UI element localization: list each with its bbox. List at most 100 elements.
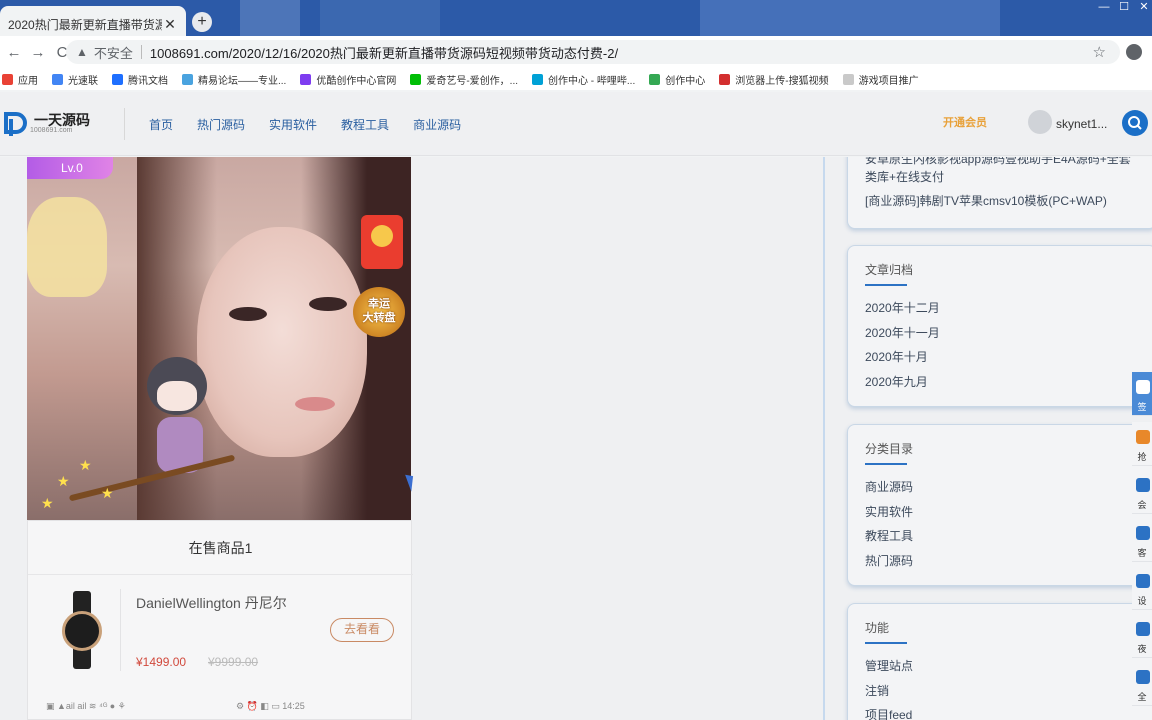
bookmark-item[interactable]: 爱奇艺号-爱创作，... bbox=[410, 72, 518, 87]
category-link[interactable]: 实用软件 bbox=[865, 503, 913, 520]
bookmark-item[interactable]: 优酷创作中心官网 bbox=[300, 72, 396, 87]
archive-link[interactable]: 2020年十二月 bbox=[865, 299, 940, 316]
view-product-button[interactable]: 去看看 bbox=[330, 618, 394, 642]
bookmark-star-icon[interactable]: ☆ bbox=[1093, 43, 1106, 61]
float-settings-button[interactable]: 设 bbox=[1132, 566, 1152, 610]
window-controls: — ☐ ✕ bbox=[1092, 0, 1152, 14]
float-label: 夜 bbox=[1137, 644, 1147, 654]
bookmark-item[interactable]: 光速联 bbox=[52, 72, 98, 87]
float-member-button[interactable]: 会 bbox=[1132, 470, 1152, 514]
red-packet-icon[interactable] bbox=[361, 215, 403, 269]
bookmark-icon bbox=[182, 73, 193, 85]
url-text[interactable]: 1008691.com/2020/12/16/2020热门最新更新直播带货源码短… bbox=[150, 43, 618, 62]
archive-link[interactable]: 2020年十一月 bbox=[865, 324, 940, 341]
bookmark-icon bbox=[649, 73, 661, 85]
bookmark-item[interactable]: 腾讯文档 bbox=[112, 72, 168, 87]
minimize-icon[interactable]: — bbox=[1096, 0, 1112, 14]
maximize-icon[interactable]: ☐ bbox=[1116, 0, 1132, 14]
bookmark-item[interactable]: 创作中心 - 哔哩哔... bbox=[532, 72, 635, 87]
insecure-label[interactable]: 不安全 bbox=[94, 43, 133, 62]
function-link[interactable]: 项目feed bbox=[865, 706, 912, 720]
nav-commercial[interactable]: 商业源码 bbox=[413, 116, 461, 133]
bookmark-label: 优酷创作中心官网 bbox=[316, 75, 397, 87]
float-label: 客 bbox=[1137, 548, 1147, 558]
float-service-button[interactable]: 客 bbox=[1132, 518, 1152, 562]
float-fullscreen-button[interactable]: 全 bbox=[1132, 662, 1152, 706]
bookmark-label: 浏览器上传-搜狐视频 bbox=[735, 75, 829, 87]
bookmark-icon bbox=[2, 73, 13, 85]
search-button[interactable] bbox=[1122, 110, 1148, 136]
bookmark-item[interactable]: 游戏项目推广 bbox=[842, 72, 919, 87]
function-link[interactable]: 注销 bbox=[865, 682, 889, 699]
new-tab-button[interactable]: + bbox=[192, 12, 212, 32]
float-label: 签 bbox=[1137, 402, 1147, 412]
star-icon: ★ bbox=[57, 473, 70, 489]
nav-hot-source[interactable]: 热门源码 bbox=[197, 116, 245, 133]
bookmark-label: 创作中心 - 哔哩哔... bbox=[548, 75, 636, 87]
title-underline bbox=[865, 284, 907, 286]
function-link[interactable]: 管理站点 bbox=[865, 657, 913, 674]
vip-button[interactable]: 开通会员 bbox=[943, 114, 987, 130]
close-icon[interactable]: ✕ bbox=[162, 16, 178, 33]
pikachu-plush bbox=[27, 197, 107, 297]
latest-post-link[interactable]: 安卓原生内核影视app源码壹视助手E4A源码+全套 bbox=[865, 157, 1131, 167]
bookmark-item[interactable]: 浏览器上传-搜狐视频 bbox=[719, 72, 829, 87]
categories-title: 分类目录 bbox=[865, 442, 914, 456]
float-label: 设 bbox=[1137, 596, 1147, 606]
nav-tutorials[interactable]: 教程工具 bbox=[341, 116, 389, 133]
category-link[interactable]: 商业源码 bbox=[865, 478, 913, 495]
logo-text: 一天源码 bbox=[34, 111, 90, 128]
site-logo[interactable]: 一天源码 1008691.com bbox=[2, 110, 90, 136]
category-link[interactable]: 热门源码 bbox=[865, 552, 913, 569]
float-night-button[interactable]: 夜 bbox=[1132, 614, 1152, 658]
float-grab-button[interactable]: 抢 bbox=[1132, 422, 1152, 466]
bookmark-item[interactable]: 应用 bbox=[2, 72, 38, 87]
nav-home[interactable]: 首页 bbox=[149, 116, 173, 133]
avatar[interactable] bbox=[1028, 110, 1052, 134]
streamer-eye bbox=[309, 297, 347, 311]
bookmark-icon bbox=[532, 73, 544, 85]
bookmark-icon bbox=[842, 73, 854, 85]
nav-software[interactable]: 实用软件 bbox=[269, 116, 317, 133]
close-window-icon[interactable]: ✕ bbox=[1136, 0, 1152, 14]
float-signin-button[interactable]: 签 bbox=[1132, 372, 1152, 416]
watch-icon bbox=[62, 611, 102, 651]
warning-icon[interactable]: ▲ bbox=[76, 45, 88, 59]
product-image[interactable] bbox=[41, 589, 121, 671]
bookmark-label: 腾讯文档 bbox=[128, 75, 168, 87]
bookmark-item[interactable]: 创作中心 bbox=[649, 72, 705, 87]
latest-post-link[interactable]: [商业源码]韩剧TV苹果cmsv10模板(PC+WAP) bbox=[865, 192, 1107, 209]
divider bbox=[140, 45, 142, 59]
logo-icon bbox=[2, 110, 30, 136]
back-icon[interactable]: ← bbox=[4, 44, 24, 61]
star-icon: ★ bbox=[41, 495, 54, 511]
divider bbox=[124, 108, 125, 140]
bookmark-icon bbox=[52, 73, 63, 85]
category-link[interactable]: 教程工具 bbox=[865, 527, 913, 544]
products-card: 在售商品1 DanielWellington 丹尼尔 去看看 ¥1499.00 … bbox=[27, 520, 413, 720]
live-video-frame[interactable]: Lv.0 幸运 大转盘 ★ ★ ★ ★ bbox=[27, 157, 411, 520]
archive-link[interactable]: 2020年十月 bbox=[865, 348, 928, 365]
phone-status-right: ⚙ ⏰ ◧ ▭ 14:25 bbox=[236, 701, 305, 711]
level-badge: Lv.0 bbox=[27, 157, 113, 179]
product-old-price: ¥9999.00 bbox=[208, 655, 259, 669]
latest-post-link[interactable]: 类库+在线支付 bbox=[865, 168, 944, 185]
streamer-eye bbox=[229, 307, 267, 321]
search-icon bbox=[1128, 116, 1142, 130]
main-nav: 首页 热门源码 实用软件 教程工具 商业源码 bbox=[149, 116, 485, 133]
archive-card: 文章归档 2020年十二月 2020年十一月 2020年十月 2020年九月 bbox=[847, 245, 1152, 407]
forward-icon[interactable]: → bbox=[28, 44, 48, 61]
categories-card: 分类目录 商业源码 实用软件 教程工具 热门源码 bbox=[847, 424, 1152, 586]
functions-card: 功能 管理站点 注销 项目feed bbox=[847, 603, 1152, 720]
archive-link[interactable]: 2020年九月 bbox=[865, 373, 928, 390]
bookmark-item[interactable]: 精易论坛——专业... bbox=[182, 72, 286, 87]
phone-status-left: ▣ ▲ail ail ≋ ⁴ᴳ ● ⚘ bbox=[46, 701, 126, 711]
profile-icon[interactable] bbox=[1126, 44, 1142, 60]
wheel-line2: 大转盘 bbox=[362, 312, 396, 324]
latest-posts-card: 安卓原生内核影视app源码壹视助手E4A源码+全套 类库+在线支付 [商业源码]… bbox=[847, 157, 1152, 229]
divider bbox=[823, 157, 825, 720]
product-name[interactable]: DanielWellington 丹尼尔 bbox=[136, 593, 287, 613]
lucky-wheel-badge[interactable]: 幸运 大转盘 bbox=[353, 287, 405, 337]
address-bar[interactable]: ▲ 不安全 1008691.com/2020/12/16/2020热门最新更新直… bbox=[66, 40, 1120, 64]
username[interactable]: skynet1... bbox=[1056, 117, 1107, 131]
